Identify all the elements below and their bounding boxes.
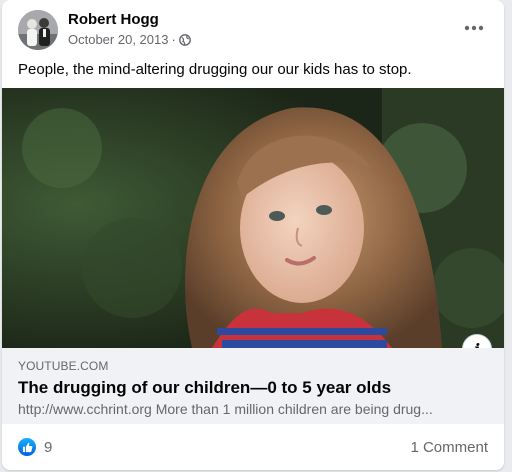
comment-count[interactable]: 1 Comment bbox=[410, 439, 488, 456]
author-name[interactable]: Robert Hogg bbox=[68, 11, 159, 28]
reaction-summary[interactable]: 9 bbox=[18, 438, 52, 456]
post-header: Robert Hogg October 20, 2013 · bbox=[2, 0, 504, 56]
globe-icon[interactable] bbox=[178, 33, 191, 46]
like-icon bbox=[18, 438, 36, 456]
meta-separator: · bbox=[171, 32, 176, 47]
more-options-icon[interactable] bbox=[462, 18, 486, 38]
like-count: 9 bbox=[44, 438, 53, 456]
link-description: http://www.cchrint.org More than 1 milli… bbox=[18, 401, 433, 417]
post-date[interactable]: October 20, 2013 bbox=[68, 32, 168, 47]
post-footer: 9 1 Comment bbox=[18, 424, 488, 470]
link-preview-image[interactable] bbox=[2, 88, 504, 348]
link-preview[interactable]: YOUTUBE.COM The drugging of our children… bbox=[2, 348, 504, 424]
author-avatar[interactable] bbox=[18, 10, 58, 50]
post-card: Robert Hogg October 20, 2013 · People, t… bbox=[2, 0, 504, 470]
link-domain: YOUTUBE.COM bbox=[18, 359, 109, 373]
link-title[interactable]: The drugging of our children—0 to 5 year… bbox=[18, 378, 391, 398]
post-text: People, the mind-altering drugging our o… bbox=[18, 61, 412, 78]
post-meta: October 20, 2013 · bbox=[68, 32, 191, 47]
